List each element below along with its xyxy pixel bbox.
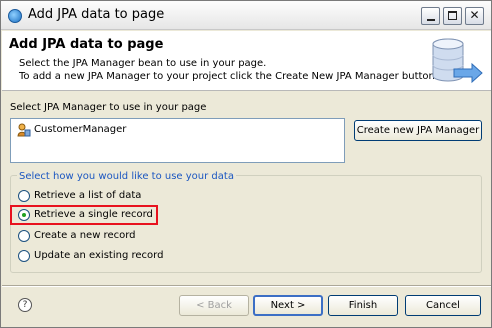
app-icon — [8, 9, 22, 23]
database-arrow-icon — [432, 38, 483, 84]
radio-button[interactable] — [18, 190, 30, 202]
create-jpa-manager-button[interactable]: Create new JPA Manager — [354, 120, 482, 141]
dialog-window: Add JPA data to page ✕ Add JPA data to p… — [0, 0, 492, 328]
minimize-icon — [427, 19, 435, 21]
close-icon: ✕ — [469, 8, 480, 22]
minimize-button[interactable] — [421, 7, 440, 25]
radio-label: Retrieve a list of data — [34, 190, 142, 201]
usage-group-label: Select how you would like to use your da… — [17, 171, 236, 182]
manager-item-label: CustomerManager — [34, 124, 127, 135]
maximize-button[interactable] — [443, 7, 462, 25]
footer-separator — [2, 285, 491, 287]
help-icon[interactable]: ? — [18, 298, 32, 312]
manager-list[interactable]: CustomerManager — [10, 118, 345, 163]
back-button: < Back — [179, 295, 249, 316]
close-button[interactable]: ✕ — [465, 7, 484, 25]
next-button[interactable]: Next > — [253, 295, 323, 316]
highlight-annotation — [10, 205, 158, 225]
page-title: Add JPA data to page — [9, 37, 164, 52]
radio-label: Create a new record — [34, 230, 136, 241]
title-bar[interactable]: Add JPA data to page ✕ — [1, 1, 491, 30]
cancel-button[interactable]: Cancel — [405, 295, 481, 316]
window-title: Add JPA data to page — [28, 7, 165, 22]
maximize-icon — [448, 11, 457, 20]
page-description-line1: Select the JPA Manager bean to use in yo… — [19, 58, 267, 69]
manager-section-label: Select JPA Manager to use in your page — [10, 102, 207, 113]
finish-button[interactable]: Finish — [328, 295, 398, 316]
radio-label: Update an existing record — [34, 250, 164, 261]
page-description-line2: To add a new JPA Manager to your project… — [19, 71, 439, 82]
bean-icon — [17, 123, 31, 137]
wizard-header: Add JPA data to page Select the JPA Mana… — [2, 31, 491, 91]
radio-button[interactable] — [18, 250, 30, 262]
radio-button[interactable] — [18, 230, 30, 242]
